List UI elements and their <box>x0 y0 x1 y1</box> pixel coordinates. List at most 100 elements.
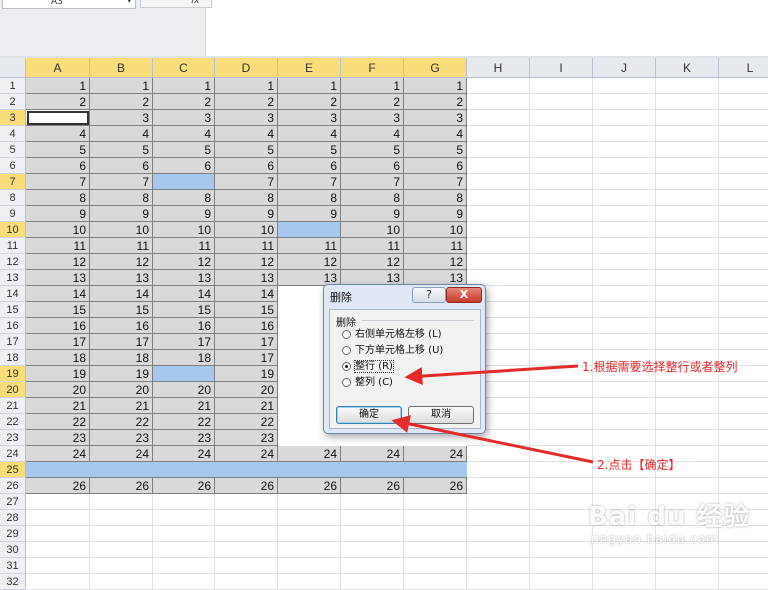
empty-cell[interactable] <box>719 414 768 430</box>
cell-c23[interactable]: 23 <box>153 430 215 446</box>
empty-cell[interactable] <box>467 222 530 238</box>
empty-cell[interactable] <box>719 462 768 478</box>
empty-cell[interactable] <box>656 110 719 126</box>
cell-c21[interactable]: 21 <box>153 398 215 414</box>
cell-e10[interactable] <box>278 222 341 238</box>
cell-b6[interactable]: 6 <box>90 158 153 174</box>
empty-cell[interactable] <box>467 174 530 190</box>
cell-d6[interactable]: 6 <box>215 158 278 174</box>
empty-cell[interactable] <box>26 542 90 558</box>
empty-cell[interactable] <box>593 126 656 142</box>
cell-g4[interactable]: 4 <box>404 126 467 142</box>
empty-cell[interactable] <box>215 510 278 526</box>
empty-cell[interactable] <box>593 430 656 446</box>
empty-cell[interactable] <box>530 446 593 462</box>
cell-a9[interactable]: 9 <box>26 206 90 222</box>
empty-cell[interactable] <box>530 270 593 286</box>
cell-f4[interactable]: 4 <box>341 126 404 142</box>
cell-b23[interactable]: 23 <box>90 430 153 446</box>
empty-cell[interactable] <box>719 382 768 398</box>
empty-cell[interactable] <box>467 478 530 494</box>
cell-g5[interactable]: 5 <box>404 142 467 158</box>
cell-a5[interactable]: 5 <box>26 142 90 158</box>
cell-a12[interactable]: 12 <box>26 254 90 270</box>
cell-d3[interactable]: 3 <box>215 110 278 126</box>
cell-g7[interactable]: 7 <box>404 174 467 190</box>
row-header-32[interactable]: 32 <box>0 574 26 590</box>
empty-cell[interactable] <box>278 510 341 526</box>
empty-cell[interactable] <box>719 270 768 286</box>
cell-a13[interactable]: 13 <box>26 270 90 286</box>
empty-cell[interactable] <box>467 510 530 526</box>
empty-cell[interactable] <box>530 318 593 334</box>
row-header-11[interactable]: 11 <box>0 238 26 254</box>
empty-cell[interactable] <box>467 238 530 254</box>
cell-c16[interactable]: 16 <box>153 318 215 334</box>
empty-cell[interactable] <box>656 190 719 206</box>
empty-cell[interactable] <box>215 526 278 542</box>
cell-d9[interactable]: 9 <box>215 206 278 222</box>
cell-c14[interactable]: 14 <box>153 286 215 302</box>
empty-cell[interactable] <box>719 446 768 462</box>
empty-cell[interactable] <box>467 494 530 510</box>
option-shift-up[interactable]: 下方单元格上移 (U) <box>342 344 443 358</box>
cell-b26[interactable]: 26 <box>90 478 153 494</box>
empty-cell[interactable] <box>467 574 530 590</box>
empty-cell[interactable] <box>530 174 593 190</box>
cell-d10[interactable]: 10 <box>215 222 278 238</box>
cell-e8[interactable]: 8 <box>278 190 341 206</box>
row-header-12[interactable]: 12 <box>0 254 26 270</box>
row-header-20[interactable]: 20 <box>0 382 26 398</box>
empty-cell[interactable] <box>719 174 768 190</box>
select-all-corner[interactable] <box>0 58 26 78</box>
cell-f8[interactable]: 8 <box>341 190 404 206</box>
radio-icon[interactable] <box>342 345 351 355</box>
empty-cell[interactable] <box>656 206 719 222</box>
fx-button[interactable]: fx <box>140 0 212 8</box>
row-header-17[interactable]: 17 <box>0 334 26 350</box>
cell-a22[interactable]: 22 <box>26 414 90 430</box>
empty-cell[interactable] <box>215 494 278 510</box>
column-header-i[interactable]: I <box>530 58 593 78</box>
cell-b13[interactable]: 13 <box>90 270 153 286</box>
column-header-h[interactable]: H <box>467 58 530 78</box>
cell-e2[interactable]: 2 <box>278 94 341 110</box>
empty-cell[interactable] <box>593 174 656 190</box>
cell-a23[interactable]: 23 <box>26 430 90 446</box>
row-header-9[interactable]: 9 <box>0 206 26 222</box>
empty-cell[interactable] <box>593 270 656 286</box>
empty-cell[interactable] <box>530 430 593 446</box>
cell-d16[interactable]: 16 <box>215 318 278 334</box>
cell-f3[interactable]: 3 <box>341 110 404 126</box>
empty-cell[interactable] <box>530 398 593 414</box>
column-header-a[interactable]: A <box>26 58 90 78</box>
row-header-13[interactable]: 13 <box>0 270 26 286</box>
cell-a4[interactable]: 4 <box>26 126 90 142</box>
empty-cell[interactable] <box>530 478 593 494</box>
cell-a24[interactable]: 24 <box>26 446 90 462</box>
cell-d24[interactable]: 24 <box>215 446 278 462</box>
cell-c19[interactable] <box>153 366 215 382</box>
cell-b15[interactable]: 15 <box>90 302 153 318</box>
cell-e5[interactable]: 5 <box>278 142 341 158</box>
empty-cell[interactable] <box>467 206 530 222</box>
empty-cell[interactable] <box>719 318 768 334</box>
cell-c15[interactable]: 15 <box>153 302 215 318</box>
radio-icon[interactable] <box>342 329 351 339</box>
empty-cell[interactable] <box>593 94 656 110</box>
empty-cell[interactable] <box>341 494 404 510</box>
option-entire-column[interactable]: 整列 (C) <box>342 376 393 390</box>
cancel-button[interactable]: 取消 <box>408 406 474 424</box>
row-header-28[interactable]: 28 <box>0 510 26 526</box>
empty-cell[interactable] <box>719 302 768 318</box>
empty-cell[interactable] <box>719 94 768 110</box>
cell-f6[interactable]: 6 <box>341 158 404 174</box>
empty-cell[interactable] <box>593 238 656 254</box>
cell-a8[interactable]: 8 <box>26 190 90 206</box>
cell-c13[interactable]: 13 <box>153 270 215 286</box>
cell-d20[interactable]: 20 <box>215 382 278 398</box>
row-header-3[interactable]: 3 <box>0 110 26 126</box>
empty-cell[interactable] <box>593 142 656 158</box>
row-header-29[interactable]: 29 <box>0 526 26 542</box>
empty-cell[interactable] <box>593 398 656 414</box>
